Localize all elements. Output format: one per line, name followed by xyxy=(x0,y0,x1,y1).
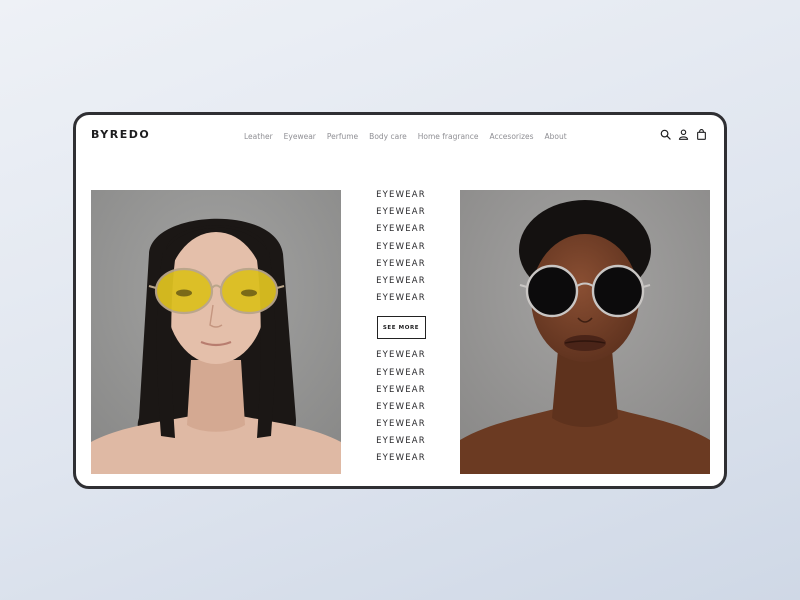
nav-item-body-care[interactable]: Body care xyxy=(369,132,407,141)
eyewear-center-column: EYEWEAR EYEWEAR EYEWEAR EYEWEAR EYEWEAR … xyxy=(356,190,446,480)
nav-item-leather[interactable]: Leather xyxy=(244,132,273,141)
eyewear-link[interactable]: EYEWEAR xyxy=(356,350,446,367)
bag-icon[interactable] xyxy=(696,129,707,140)
nav-item-accesorizes[interactable]: Accesorizes xyxy=(490,132,534,141)
eyewear-link[interactable]: EYEWEAR xyxy=(356,368,446,385)
eyewear-link[interactable]: EYEWEAR xyxy=(356,259,446,276)
eyewear-link[interactable]: EYEWEAR xyxy=(356,402,446,419)
nav-item-home-fragrance[interactable]: Home fragrance xyxy=(418,132,479,141)
browser-window: BYREDO Leather Eyewear Perfume Body care… xyxy=(73,112,727,489)
model-yellow-glasses-image xyxy=(91,190,341,474)
eyewear-link[interactable]: EYEWEAR xyxy=(356,385,446,402)
header-icons xyxy=(660,129,707,140)
eyewear-link[interactable]: EYEWEAR xyxy=(356,190,446,207)
nav-item-perfume[interactable]: Perfume xyxy=(327,132,358,141)
eyewear-link[interactable]: EYEWEAR xyxy=(356,293,446,310)
eyewear-link[interactable]: EYEWEAR xyxy=(356,436,446,453)
eyewear-link[interactable]: EYEWEAR xyxy=(356,224,446,241)
eyewear-link[interactable]: EYEWEAR xyxy=(356,276,446,293)
search-icon[interactable] xyxy=(660,129,671,140)
nav-item-eyewear[interactable]: Eyewear xyxy=(284,132,316,141)
eyewear-link[interactable]: EYEWEAR xyxy=(356,419,446,436)
site-header: BYREDO Leather Eyewear Perfume Body care… xyxy=(76,115,724,159)
nav-item-about[interactable]: About xyxy=(545,132,567,141)
eyewear-link[interactable]: EYEWEAR xyxy=(356,207,446,224)
eyewear-link[interactable]: EYEWEAR xyxy=(356,242,446,259)
eyewear-photo-left[interactable] xyxy=(91,190,341,474)
eyewear-link[interactable]: EYEWEAR xyxy=(356,453,446,470)
main-nav: Leather Eyewear Perfume Body care Home f… xyxy=(244,132,578,141)
brand-logo[interactable]: BYREDO xyxy=(91,128,150,141)
model-dark-sunglasses-image xyxy=(460,190,710,474)
user-icon[interactable] xyxy=(678,129,689,140)
eyewear-photo-right[interactable] xyxy=(460,190,710,474)
see-more-button[interactable]: SEE MORE xyxy=(376,316,426,340)
